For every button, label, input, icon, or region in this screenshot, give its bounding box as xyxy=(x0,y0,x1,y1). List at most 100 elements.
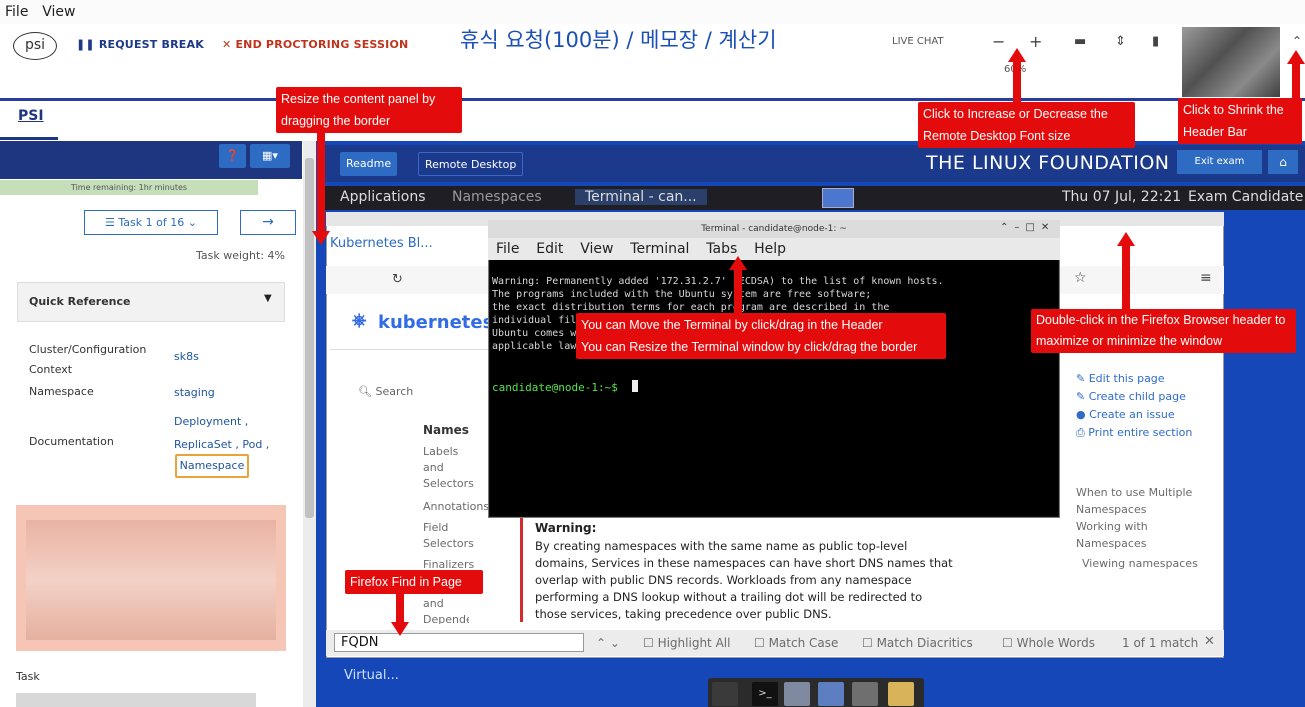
print-icon: ⎙ xyxy=(1076,426,1089,439)
create-child-label: Create child page xyxy=(1088,390,1186,403)
match-case-checkbox[interactable]: ☐ Match Case xyxy=(754,636,838,650)
linux-foundation-logo: THE LINUX FOUNDATION xyxy=(926,152,1170,174)
sidebar-item[interactable]: Labels and Selectors xyxy=(423,444,474,492)
task-selector-label: Task 1 of 16 xyxy=(118,216,185,229)
workspace-switcher[interactable] xyxy=(822,188,854,208)
remote-desktop-tab[interactable]: Remote Desktop xyxy=(418,152,524,176)
find-input[interactable]: FQDN xyxy=(334,633,584,652)
create-issue-label: Create an issue xyxy=(1089,408,1175,421)
quick-reference-toggle[interactable]: Quick Reference ▼ xyxy=(17,282,285,322)
match-diacritics-checkbox[interactable]: ☐ Match Diacritics xyxy=(862,636,973,650)
arrowhead-resize-panel xyxy=(312,231,330,245)
terminal-menubar: File Edit View Terminal Tabs Help xyxy=(488,238,1060,260)
terminal-menu-tabs[interactable]: Tabs xyxy=(706,241,737,257)
terminal-titlebar[interactable]: Terminal - candidate@node-1: ~ xyxy=(488,220,1060,238)
readme-tab[interactable]: Readme xyxy=(340,152,398,176)
layout-menu-button[interactable]: ▦▾ xyxy=(250,144,290,168)
whole-words-checkbox[interactable]: ☐ Whole Words xyxy=(1002,636,1095,650)
live-chat-button[interactable]: LIVE CHAT xyxy=(892,36,944,47)
print-label: Print entire section xyxy=(1088,426,1193,439)
warning-body: By creating namespaces with the same nam… xyxy=(535,539,953,621)
sidebar-item[interactable]: Field Selectors xyxy=(423,520,474,552)
korean-title: 휴식 요청(100분) / 메모장 / 계산기 xyxy=(460,28,777,52)
documentation-label: Documentation xyxy=(29,435,114,448)
window-controls-icon[interactable]: ⌃–□✕ xyxy=(1000,222,1055,233)
close-find-icon[interactable]: ✕ xyxy=(1204,634,1215,649)
github-icon: ● xyxy=(1076,408,1090,421)
edit-page-link[interactable]: ✎ Edit this page xyxy=(1076,372,1216,385)
quick-reference-label: Quick Reference xyxy=(29,295,131,308)
bookmark-star-icon[interactable]: ☆ xyxy=(1074,270,1087,286)
request-break-button[interactable]: ❚❚ REQUEST BREAK xyxy=(76,38,204,51)
docs-search-label: Search xyxy=(375,385,414,398)
search-app-icon[interactable] xyxy=(852,682,878,706)
terminal-menu-help[interactable]: Help xyxy=(754,241,786,257)
annotation-find-in-page: Firefox Find in Page xyxy=(345,570,483,594)
helm-icon: ⎈ xyxy=(352,310,367,331)
reload-icon[interactable]: ↻ xyxy=(392,272,403,287)
arrowhead-shrink-header xyxy=(1287,50,1305,64)
print-link[interactable]: ⎙ Print entire section xyxy=(1076,426,1216,440)
arrow-terminal xyxy=(734,270,742,313)
panel-clock: Thu 07 Jul, 22:21 xyxy=(1062,189,1182,205)
menu-file[interactable]: File xyxy=(5,4,28,20)
sidebar-item[interactable]: Annotations xyxy=(423,500,489,513)
end-session-button[interactable]: ✕ END PROCTORING SESSION xyxy=(222,38,408,51)
match-diacritics-label: Match Diacritics xyxy=(876,636,973,650)
exit-exam-button[interactable]: Exit exam xyxy=(1177,150,1262,174)
namespaces-window-button[interactable]: Namespaces xyxy=(452,189,542,205)
help-button[interactable]: ❓ xyxy=(219,144,246,168)
tab-psi[interactable]: PSI xyxy=(18,108,44,124)
names-heading: Names xyxy=(423,423,469,437)
toc-item[interactable]: Working with Namespaces xyxy=(1076,518,1216,552)
panel-user[interactable]: Exam Candidate xyxy=(1188,189,1303,205)
list-icon: ☰ xyxy=(105,216,119,229)
menu-view[interactable]: View xyxy=(42,4,75,20)
terminal-menu-edit[interactable]: Edit xyxy=(536,241,563,257)
create-issue-link[interactable]: ● Create an issue xyxy=(1076,408,1216,421)
notepad-icon[interactable]: ▮ xyxy=(1152,34,1159,49)
next-task-button[interactable]: → xyxy=(240,210,296,235)
context-value[interactable]: sk8s xyxy=(174,350,199,363)
fit-screen-icon[interactable]: ⇕ xyxy=(1115,34,1126,49)
highlight-all-checkbox[interactable]: ☐ Highlight All xyxy=(643,636,730,650)
desktop-label[interactable]: Virtual... xyxy=(344,668,399,683)
firefox-tab[interactable]: Kubernetes Bl... xyxy=(330,236,490,258)
browser-icon[interactable] xyxy=(818,682,844,706)
toc-item[interactable]: Viewing namespaces xyxy=(1082,557,1222,570)
annotation-terminal: You can Move the Terminal by click/drag … xyxy=(576,313,946,359)
terminal-menu-view[interactable]: View xyxy=(580,241,613,257)
task-description-blurred xyxy=(26,520,276,640)
folder-icon[interactable] xyxy=(888,682,914,706)
create-child-link[interactable]: ✎ Create child page xyxy=(1076,390,1216,403)
arrowhead-firefox xyxy=(1117,232,1135,246)
task-selector[interactable]: ☰ Task 1 of 16 ⌄ xyxy=(84,210,218,235)
terminal-window-button[interactable]: Terminal - can... xyxy=(575,189,707,205)
panel-scrollbar[interactable] xyxy=(305,158,314,518)
home-icon[interactable]: ⌂ xyxy=(1268,150,1298,174)
documentation-links[interactable]: Deployment , ReplicaSet , Pod , xyxy=(174,410,284,456)
terminal-icon[interactable]: >_ xyxy=(752,682,778,706)
keyboard-icon[interactable]: ▬ xyxy=(1074,34,1086,49)
warning-border xyxy=(520,516,523,622)
tab-underline xyxy=(0,137,58,140)
namespace-doc-link[interactable]: Namespace xyxy=(175,454,249,478)
docs-search[interactable]: 🔍︎ Search xyxy=(358,385,413,398)
toc-item[interactable]: When to use Multiple Namespaces xyxy=(1076,484,1216,518)
find-prev-next-icons[interactable]: ⌃ ⌄ xyxy=(596,636,620,650)
zoom-in-button[interactable]: + xyxy=(1029,32,1042,51)
applications-menu[interactable]: Applications xyxy=(340,189,426,205)
whole-words-label: Whole Words xyxy=(1016,636,1096,650)
namespace-value[interactable]: staging xyxy=(174,386,215,399)
task-heading: Task xyxy=(16,670,40,683)
annotation-firefox-dblclick: Double-click in the Firefox Browser head… xyxy=(1031,309,1296,353)
terminal-menu-terminal[interactable]: Terminal xyxy=(630,241,689,257)
shrink-header-icon[interactable]: ⌃ xyxy=(1292,34,1302,48)
show-desktop-icon[interactable] xyxy=(712,682,738,706)
terminal-menu-file[interactable]: File xyxy=(496,241,519,257)
page-actions: ✎ Edit this page ✎ Create child page ● C… xyxy=(1076,372,1216,440)
file-manager-icon[interactable] xyxy=(784,682,810,706)
zoom-out-button[interactable]: − xyxy=(992,32,1005,51)
pencil-icon: ✎ xyxy=(1076,372,1089,385)
hamburger-menu-icon[interactable]: ≡ xyxy=(1200,270,1212,286)
